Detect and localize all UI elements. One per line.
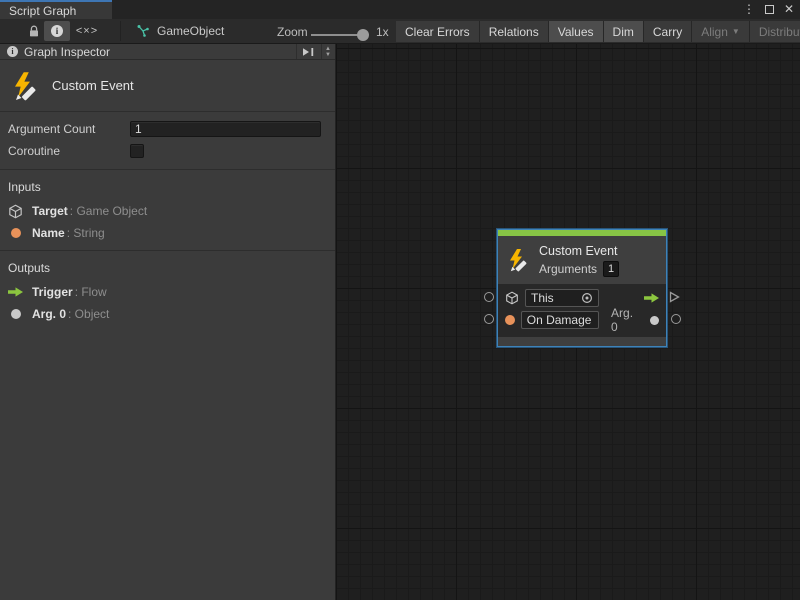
- tab-script-graph[interactable]: Script Graph: [0, 0, 112, 19]
- distribute-button[interactable]: Distribute ▼: [750, 21, 800, 42]
- string-port-icon: [8, 228, 23, 238]
- node-row-target: This: [505, 288, 659, 308]
- outputs-section: Outputs Trigger: Flow Arg. 0: Object: [0, 251, 335, 325]
- node-row-name: On Damage Arg. 0: [505, 310, 659, 330]
- coroutine-label: Coroutine: [8, 144, 130, 158]
- node-body: This On Damage Arg. 0: [498, 284, 666, 337]
- node-header[interactable]: Custom Event Arguments 1: [498, 236, 666, 284]
- cube-icon: [8, 204, 23, 219]
- flow-arrow-icon: [8, 287, 23, 297]
- object-picker-icon[interactable]: [581, 292, 593, 304]
- graph-inspector-panel: i Graph Inspector ▲ ▼ Custom Event: [0, 44, 336, 600]
- output-port-arg0[interactable]: [671, 314, 681, 324]
- toolbar-buttons: Clear Errors Relations Values Dim Carry …: [396, 21, 800, 42]
- node-footer: [498, 337, 666, 346]
- arguments-value-field[interactable]: 1: [603, 261, 619, 277]
- graph-icon: [136, 24, 150, 38]
- clear-errors-button[interactable]: Clear Errors: [396, 21, 480, 42]
- object-port-icon: [650, 316, 659, 325]
- dock-icon: [302, 47, 315, 57]
- input-port-name[interactable]: [484, 314, 494, 324]
- unit-title: Custom Event: [52, 78, 134, 93]
- panel-title: Graph Inspector: [24, 45, 290, 59]
- event-name-input[interactable]: On Damage: [521, 311, 599, 329]
- graph-inspector-header: i Graph Inspector ▲ ▼: [0, 44, 335, 60]
- gameobject-label: GameObject: [157, 24, 224, 38]
- gameobject-reference[interactable]: GameObject: [136, 21, 224, 41]
- port-row-trigger: Trigger: Flow: [0, 281, 335, 303]
- carry-button[interactable]: Carry: [644, 21, 692, 42]
- port-row-target: Target: Game Object: [0, 200, 335, 222]
- inputs-section: Inputs Target: Game Object Name: String: [0, 170, 335, 244]
- close-icon[interactable]: ✕: [784, 1, 794, 18]
- unit-title-section: Custom Event: [0, 60, 335, 111]
- graph-toolbar: i <×> GameObject Zoom 1x Clear Errors Re…: [0, 19, 800, 44]
- chevron-down-icon: ▼: [732, 27, 740, 36]
- window-controls: ⋮ ✕: [743, 1, 794, 18]
- inputs-heading: Inputs: [0, 170, 335, 200]
- relations-button[interactable]: Relations: [480, 21, 549, 42]
- input-port-target[interactable]: [484, 292, 494, 302]
- port-row-name: Name: String: [0, 222, 335, 244]
- argument-count-label: Argument Count: [8, 122, 130, 136]
- code-preview-button[interactable]: <×>: [72, 21, 102, 41]
- target-dropdown[interactable]: This: [525, 289, 599, 307]
- dock-button[interactable]: [296, 44, 315, 59]
- coroutine-row: Coroutine: [0, 141, 335, 161]
- object-port-icon: [8, 309, 23, 319]
- cube-icon: [505, 291, 519, 305]
- values-button[interactable]: Values: [549, 21, 604, 42]
- argument-count-row: Argument Count 1: [0, 119, 335, 139]
- node-title: Custom Event: [539, 244, 619, 258]
- info-icon: i: [51, 25, 63, 37]
- graph-canvas[interactable]: Custom Event Arguments 1: [336, 44, 800, 600]
- flow-arrow-icon: [644, 293, 659, 303]
- tab-title: Script Graph: [9, 4, 76, 18]
- lock-button[interactable]: [25, 21, 43, 41]
- custom-event-icon: [10, 71, 40, 101]
- custom-event-icon: [506, 248, 530, 272]
- arrow-down-icon: ▼: [325, 52, 331, 58]
- event-settings: Argument Count 1 Coroutine: [0, 112, 335, 169]
- info-icon: i: [7, 46, 18, 57]
- custom-event-node[interactable]: Custom Event Arguments 1: [497, 229, 667, 347]
- zoom-slider-handle[interactable]: [357, 29, 369, 41]
- output-port-trigger[interactable]: [669, 291, 680, 303]
- port-row-arg0: Arg. 0: Object: [0, 303, 335, 325]
- argument-count-input[interactable]: 1: [130, 121, 321, 137]
- zoom-value: 1x: [376, 25, 389, 39]
- arguments-label: Arguments: [539, 262, 597, 276]
- dim-button[interactable]: Dim: [604, 21, 644, 42]
- maximize-icon[interactable]: [765, 5, 774, 14]
- zoom-label: Zoom: [277, 25, 308, 39]
- window-menu-icon[interactable]: ⋮: [743, 1, 755, 18]
- string-port-icon: [505, 315, 515, 325]
- script-graph-window: Script Graph ⋮ ✕ i <×>: [0, 0, 800, 600]
- coroutine-checkbox[interactable]: [130, 144, 144, 158]
- code-icon: <×>: [76, 25, 98, 37]
- align-button[interactable]: Align ▼: [692, 21, 750, 42]
- arg0-label: Arg. 0: [611, 306, 642, 334]
- lock-icon: [28, 25, 40, 38]
- title-bar: Script Graph ⋮ ✕: [0, 0, 800, 19]
- outputs-heading: Outputs: [0, 251, 335, 281]
- toolbar-separator: [120, 21, 121, 41]
- panel-scroll-arrows[interactable]: ▲ ▼: [321, 44, 331, 59]
- inspector-toggle-button[interactable]: i: [44, 21, 70, 41]
